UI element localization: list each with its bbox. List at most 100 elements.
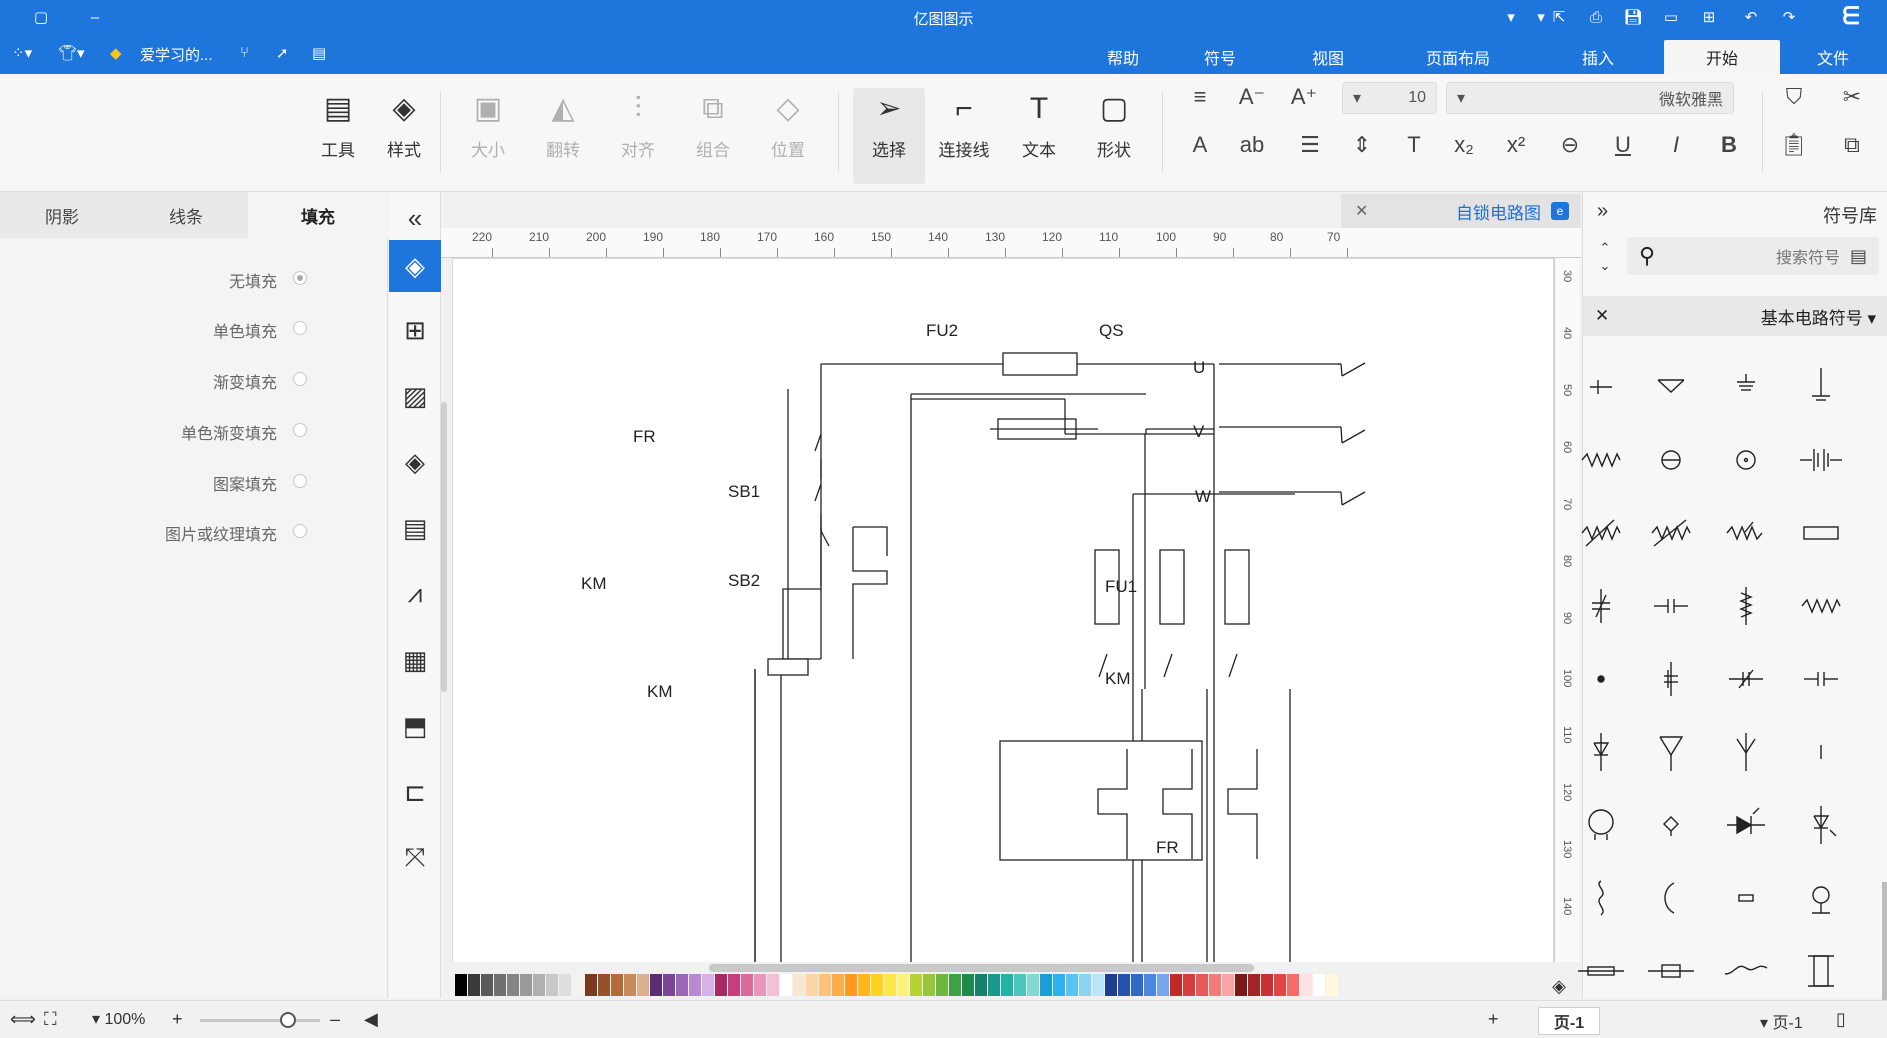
color-swatch[interactable] — [741, 974, 753, 996]
color-swatch[interactable] — [988, 974, 1000, 996]
bold-icon[interactable]: B — [1713, 130, 1745, 160]
color-swatch[interactable] — [780, 974, 792, 996]
lamp-icon[interactable] — [1715, 429, 1777, 491]
chart-icon[interactable]: ⩘ — [389, 568, 441, 620]
variable-capacitor-icon[interactable] — [1570, 575, 1632, 637]
color-swatch[interactable] — [962, 974, 974, 996]
fill-option-gradient[interactable]: 渐变填充 — [213, 369, 277, 393]
color-swatch[interactable] — [468, 974, 480, 996]
color-swatch[interactable] — [845, 974, 857, 996]
cut-icon[interactable]: ✂ — [1836, 82, 1868, 112]
fill-option-none[interactable]: 无填充 — [229, 268, 277, 292]
drawing-canvas[interactable]: U V W QS FU2 FR SB1 SB2 KM KM FU1 KM FR — [452, 258, 1554, 963]
color-swatch[interactable] — [1079, 974, 1091, 996]
color-swatch[interactable] — [949, 974, 961, 996]
chassis-ground-icon[interactable] — [1640, 356, 1702, 418]
capacitor-icon[interactable] — [1640, 575, 1702, 637]
color-swatch[interactable] — [494, 974, 506, 996]
junction-dot-icon[interactable] — [1570, 648, 1632, 710]
tab-page-layout[interactable]: 页面布局 — [1404, 40, 1512, 74]
fill-radio-single-gradient[interactable] — [293, 423, 307, 437]
color-swatch[interactable] — [1014, 974, 1026, 996]
antenna-triangle-icon[interactable] — [1640, 721, 1702, 783]
led-icon[interactable] — [1715, 794, 1777, 856]
position-button[interactable]: ◇ 位置 — [752, 88, 824, 184]
color-swatch[interactable] — [884, 974, 896, 996]
zoom-slider-knob[interactable] — [280, 1012, 296, 1028]
share-icon[interactable]: ⑂ — [240, 44, 249, 61]
photo-diode-icon[interactable] — [1790, 794, 1852, 856]
table-icon[interactable]: ▦ — [389, 634, 441, 686]
subscript-icon[interactable]: x₂ — [1448, 130, 1480, 160]
format-icon[interactable]: ⊏ — [389, 766, 441, 818]
chevron-up-icon[interactable]: ⌃ — [1593, 240, 1617, 256]
grid-icon[interactable]: ⊞ — [389, 304, 441, 356]
color-swatch[interactable] — [1001, 974, 1013, 996]
color-palette[interactable] — [441, 974, 1581, 1000]
text-case-icon[interactable]: T — [1398, 130, 1430, 160]
electrolytic-capacitor-icon[interactable] — [1640, 648, 1702, 710]
zoom-out-icon[interactable]: – — [330, 1009, 340, 1030]
color-swatch[interactable] — [1183, 974, 1195, 996]
spring-icon[interactable] — [1570, 867, 1632, 929]
color-swatch[interactable] — [910, 974, 922, 996]
color-swatch[interactable] — [663, 974, 675, 996]
align-button[interactable]: ⫶ 对齐 — [602, 88, 674, 184]
color-swatch[interactable] — [1066, 974, 1078, 996]
fill-option-solid[interactable]: 单色填充 — [213, 318, 277, 342]
color-swatch[interactable] — [1118, 974, 1130, 996]
color-swatch[interactable] — [624, 974, 636, 996]
connector-button[interactable]: ⌐ 连接线 — [928, 88, 1000, 184]
color-swatch[interactable] — [832, 974, 844, 996]
battery-icon[interactable] — [1790, 429, 1852, 491]
color-swatch[interactable] — [689, 974, 701, 996]
text-highlight-icon[interactable]: ab — [1236, 130, 1268, 160]
new-icon[interactable]: ⊞ — [1698, 6, 1720, 28]
font-name-select[interactable]: ▾ 微软雅黑 — [1446, 82, 1734, 114]
panel-scrollbar[interactable] — [441, 402, 447, 692]
color-swatch[interactable] — [1248, 974, 1260, 996]
tab-view[interactable]: 视图 — [1290, 40, 1366, 74]
color-swatch[interactable] — [1300, 974, 1312, 996]
color-swatch[interactable] — [806, 974, 818, 996]
inductor-icon[interactable] — [1790, 575, 1852, 637]
color-swatch[interactable] — [819, 974, 831, 996]
underline-icon[interactable]: U — [1607, 130, 1639, 160]
font-color-icon[interactable]: A — [1184, 130, 1216, 160]
increase-font-icon[interactable]: A⁺ — [1288, 82, 1320, 112]
color-swatch[interactable] — [858, 974, 870, 996]
add-page-icon[interactable]: + — [1488, 1009, 1499, 1030]
color-swatch[interactable] — [923, 974, 935, 996]
format-painter-icon[interactable]: ⛉ — [1778, 82, 1810, 112]
line-spacing-icon[interactable]: ⇕ — [1346, 130, 1378, 160]
color-swatch[interactable] — [455, 974, 467, 996]
color-swatch[interactable] — [1326, 974, 1338, 996]
strikethrough-icon[interactable]: ⊖ — [1554, 130, 1586, 160]
text-align-icon[interactable]: ≡ — [1184, 82, 1216, 112]
crystal-icon[interactable] — [1715, 867, 1777, 929]
library-scrollbar[interactable] — [1882, 882, 1887, 1002]
export-icon[interactable]: ⇱ — [1548, 6, 1570, 28]
color-swatch[interactable] — [611, 974, 623, 996]
italic-icon[interactable]: I — [1660, 130, 1692, 160]
color-swatch[interactable] — [1144, 974, 1156, 996]
fit-width-icon[interactable]: ⟺ — [10, 1009, 36, 1030]
chevron-down-icon[interactable]: ⌄ — [1593, 258, 1617, 274]
fill-radio-picture[interactable] — [293, 524, 307, 538]
symbol-search-input[interactable]: ⚲ 搜索符号 ▤ — [1627, 237, 1879, 275]
color-swatch[interactable] — [1222, 974, 1234, 996]
tab-symbols[interactable]: 符号 — [1182, 40, 1258, 74]
save-icon[interactable]: 💾︎ — [1622, 6, 1644, 28]
tab-fill[interactable]: 填充 — [248, 192, 388, 238]
fill-radio-pattern[interactable] — [293, 474, 307, 488]
page-icon[interactable]: ▤ — [389, 502, 441, 554]
tab-file[interactable]: 文件 — [1795, 40, 1871, 74]
tools-button[interactable]: ▤ 工具 — [302, 88, 374, 184]
color-swatch[interactable] — [793, 974, 805, 996]
meter-icon[interactable] — [1640, 429, 1702, 491]
size-button[interactable]: ▣ 大小 — [452, 88, 524, 184]
print-icon[interactable]: ⎙ — [1585, 6, 1607, 28]
redo-icon[interactable]: ↷ — [1778, 6, 1800, 28]
theme-icon[interactable]: ⬒ — [389, 700, 441, 752]
comment-icon[interactable]: ▤ — [312, 44, 326, 62]
